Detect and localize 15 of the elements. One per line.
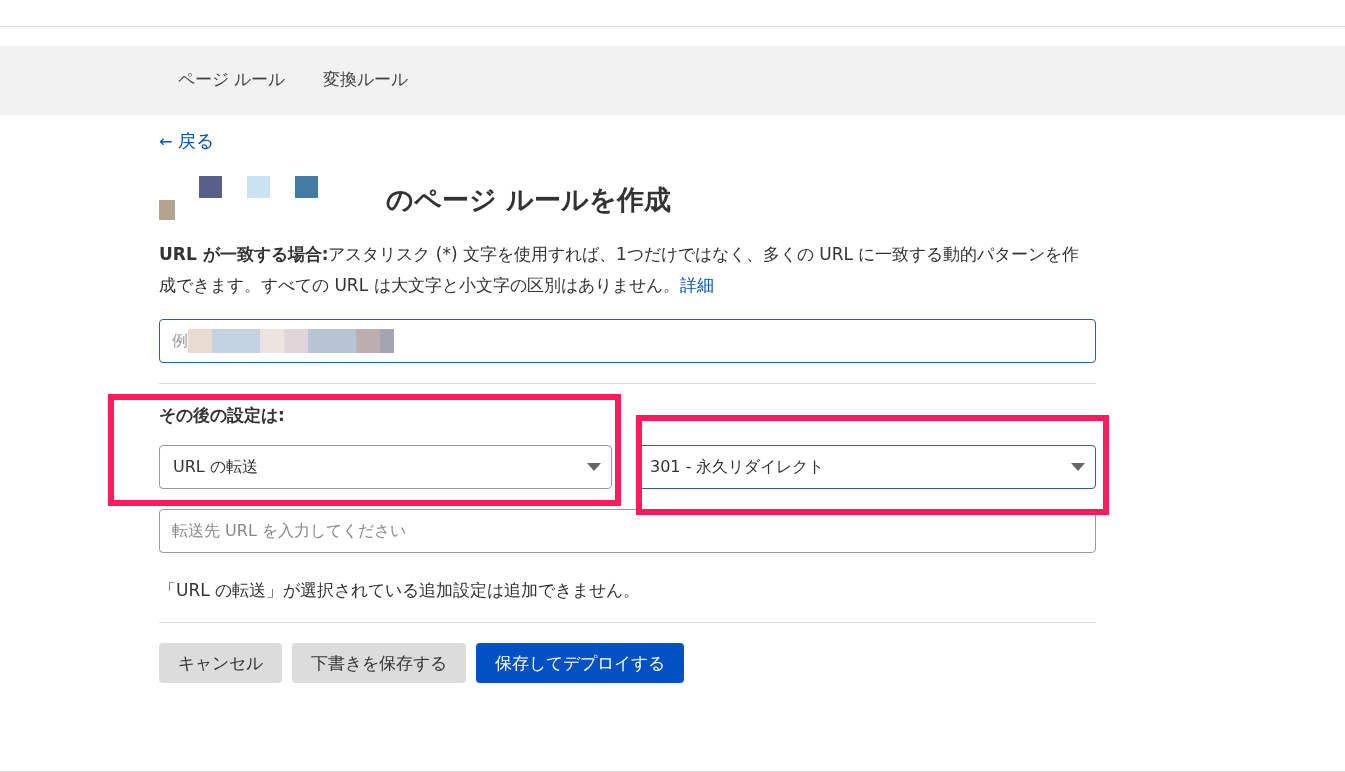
destination-url-field[interactable]: 転送先 URL を入力してください bbox=[159, 509, 1096, 553]
back-link[interactable]: ← 戻る bbox=[159, 129, 215, 153]
url-match-description: URL が一致する場合:アスタリスク (*) 文字を使用すれば、1つだけではなく、多くの URL に一致する動的パターンを作成できます。すべての URL は大文字と小文字の区別はありません。詳細 bbox=[159, 243, 1081, 297]
caret-icon bbox=[1071, 463, 1085, 471]
settings-label: その後の設定は: bbox=[159, 404, 286, 427]
save-deploy-button[interactable]: 保存してデプロイする bbox=[476, 643, 684, 683]
details-link[interactable]: 詳細 bbox=[679, 275, 714, 295]
nav-tab[interactable]: ページ ルール bbox=[178, 64, 286, 97]
nav-tab[interactable]: 変換ルール bbox=[323, 64, 409, 97]
page-title: のページ ルールを作成 bbox=[386, 183, 672, 217]
caret-icon bbox=[587, 463, 601, 471]
setting-dropdown[interactable]: URL の転送 bbox=[159, 445, 612, 489]
secondary-button[interactable]: 下書きを保存する bbox=[292, 643, 466, 683]
forwarding-note: 「URL の転送」が選択されている追加設定は追加できません。 bbox=[159, 579, 642, 602]
secondary-button[interactable]: キャンセル bbox=[159, 643, 282, 683]
